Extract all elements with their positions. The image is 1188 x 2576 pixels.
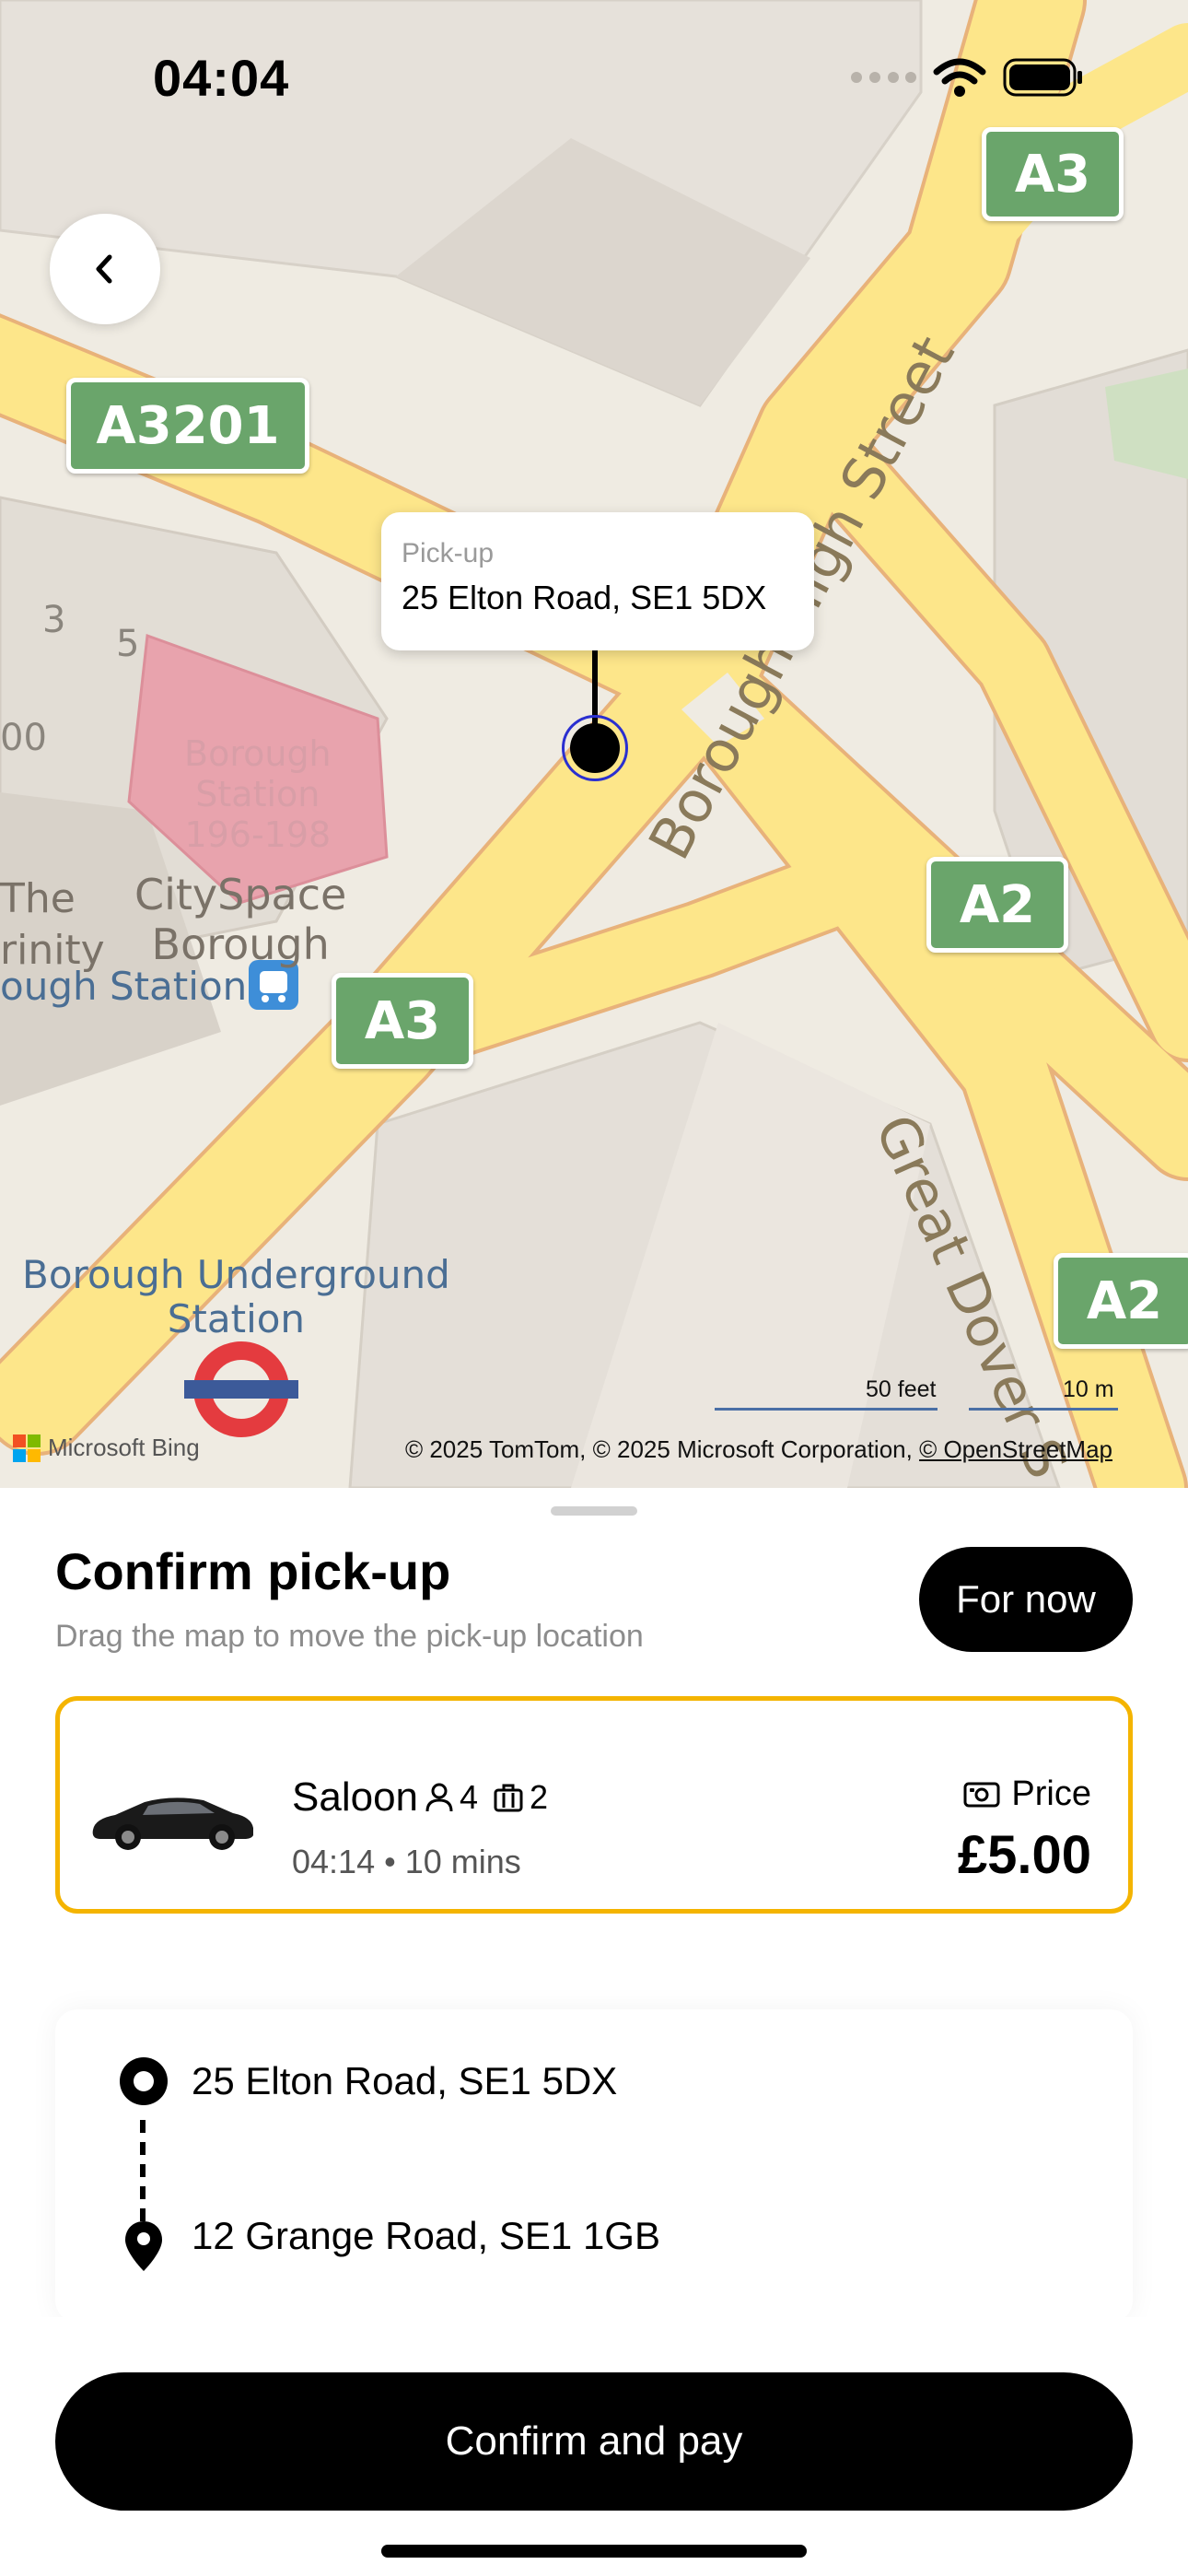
pickup-marker[interactable] [562,715,628,781]
route-connector [140,2120,146,2221]
cash-icon [963,1782,1000,1807]
pickup-caption: Pick-up [402,538,495,568]
chevron-left-icon [96,254,112,284]
route-pickup-address[interactable]: 25 Elton Road, SE1 5DX [192,2059,617,2103]
route-card: 25 Elton Road, SE1 5DX 12 Grange Road, S… [55,2009,1133,2323]
pickup-origin-icon [120,2057,168,2105]
person-icon [425,1783,453,1812]
price-label-row: Price [963,1774,1091,1814]
cityspace-label: CitySpace Borough [134,870,347,969]
scale-bar-meters [969,1408,1118,1411]
pickup-marker-dot [570,723,620,773]
road-shield-a2: A2 [926,857,1068,953]
borough-station-block-label: Borough Station 196-198 [184,733,332,855]
status-icons [850,57,1084,98]
road-shield-a3: A3 [332,973,473,1069]
sheet-title: Confirm pick-up [55,1542,451,1600]
microsoft-logo-icon [13,1434,41,1462]
road-shield-a3201: A3201 [66,378,309,474]
passenger-capacity: 4 [425,1778,478,1817]
luggage-icon [494,1784,523,1812]
price-value: £5.00 [957,1825,1091,1885]
pickup-address: 25 Elton Road, SE1 5DX [402,579,767,616]
borough-station-label: ough Station [0,964,248,1009]
footer: Confirm and pay [0,2317,1188,2576]
price-label: Price [1011,1774,1091,1813]
openstreetmap-link[interactable]: © OpenStreetMap [919,1435,1112,1463]
car-image [92,1797,254,1850]
underground-station-label: Borough Underground Station [22,1252,450,1341]
wifi-icon [933,58,986,97]
vehicle-option-card[interactable]: Saloon 4 2 04:14 • 10 mins Price £5.00 [55,1696,1133,1914]
back-button[interactable] [50,214,160,324]
scale-feet: 50 feet [866,1376,937,1402]
attribution-text: © 2025 TomTom, © 2025 Microsoft Corporat… [404,1435,920,1463]
microsoft-bing-logo: Microsoft Bing [13,1434,200,1462]
for-now-button[interactable]: For now [919,1547,1133,1652]
road-shield-a3: A3 [982,127,1124,221]
bing-text: Microsoft Bing [48,1434,200,1461]
scale-meters: 10 m [1063,1376,1114,1402]
map-view[interactable]: 3 5 00 Borough Station 196-198 CitySpace… [0,0,1188,1488]
destination-pin-icon [125,2221,162,2271]
house-number-label: 5 [116,623,140,665]
confirm-and-pay-button[interactable]: Confirm and pay [55,2372,1133,2511]
home-indicator [381,2545,807,2558]
battery-icon [1003,58,1082,97]
signal-icon [851,72,916,83]
house-number-label: 00 [0,717,47,759]
route-dropoff-address[interactable]: 12 Grange Road, SE1 1GB [192,2214,660,2258]
luggage-capacity: 2 [493,1778,548,1817]
status-time: 04:04 [153,49,290,107]
scale-bar-feet [715,1408,938,1411]
the-trinity-label: The rinity [0,875,105,974]
map-attribution: © 2025 TomTom, © 2025 Microsoft Corporat… [405,1435,1112,1464]
road-shield-a2: A2 [1054,1253,1188,1349]
sheet-drag-handle[interactable] [551,1506,637,1516]
vehicle-name: Saloon [292,1774,419,1820]
vehicle-eta: 04:14 • 10 mins [292,1843,521,1880]
luggage-count: 2 [530,1778,549,1816]
passenger-count: 4 [460,1778,479,1816]
pickup-callout: Pick-up 25 Elton Road, SE1 5DX [381,512,814,650]
sheet-subtitle: Drag the map to move the pick-up locatio… [55,1619,644,1654]
house-number-label: 3 [42,599,66,641]
